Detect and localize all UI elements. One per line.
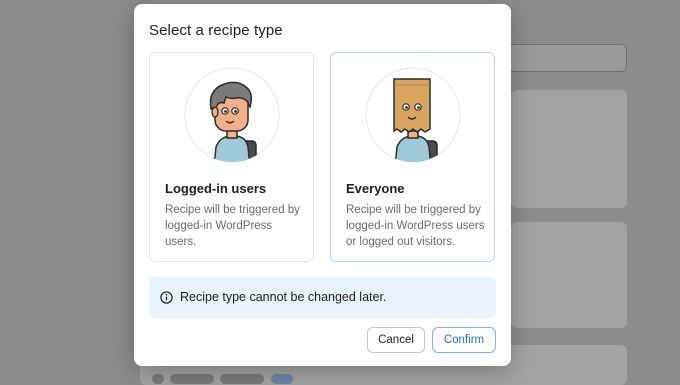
background-pill [152, 374, 164, 384]
background-pill [170, 374, 214, 384]
confirm-button[interactable]: Confirm [432, 327, 496, 353]
select-recipe-type-dialog: Select a recipe type Logged-in users Rec… [134, 4, 511, 366]
background-pill [271, 374, 293, 384]
info-notice: Recipe type cannot be changed later. [149, 277, 496, 318]
background-panel [511, 222, 627, 328]
option-description: Recipe will be triggered by logged-in Wo… [165, 204, 300, 248]
paper-bag-head-avatar-icon [365, 67, 461, 163]
background-panel [511, 90, 627, 208]
dialog-title: Select a recipe type [149, 22, 283, 39]
option-card-everyone[interactable]: Everyone Recipe will be triggered by log… [330, 52, 495, 262]
option-card-logged-in-users[interactable]: Logged-in users Recipe will be triggered… [149, 52, 314, 262]
option-title: Logged-in users [165, 181, 267, 196]
option-title: Everyone [346, 181, 405, 196]
notice-text: Recipe type cannot be changed later. [180, 290, 387, 304]
cancel-button[interactable]: Cancel [367, 327, 425, 353]
info-icon [160, 291, 173, 304]
background-pill [220, 374, 264, 384]
logged-in-user-avatar-icon [184, 67, 280, 163]
option-description: Recipe will be triggered by logged-in Wo… [346, 204, 485, 248]
